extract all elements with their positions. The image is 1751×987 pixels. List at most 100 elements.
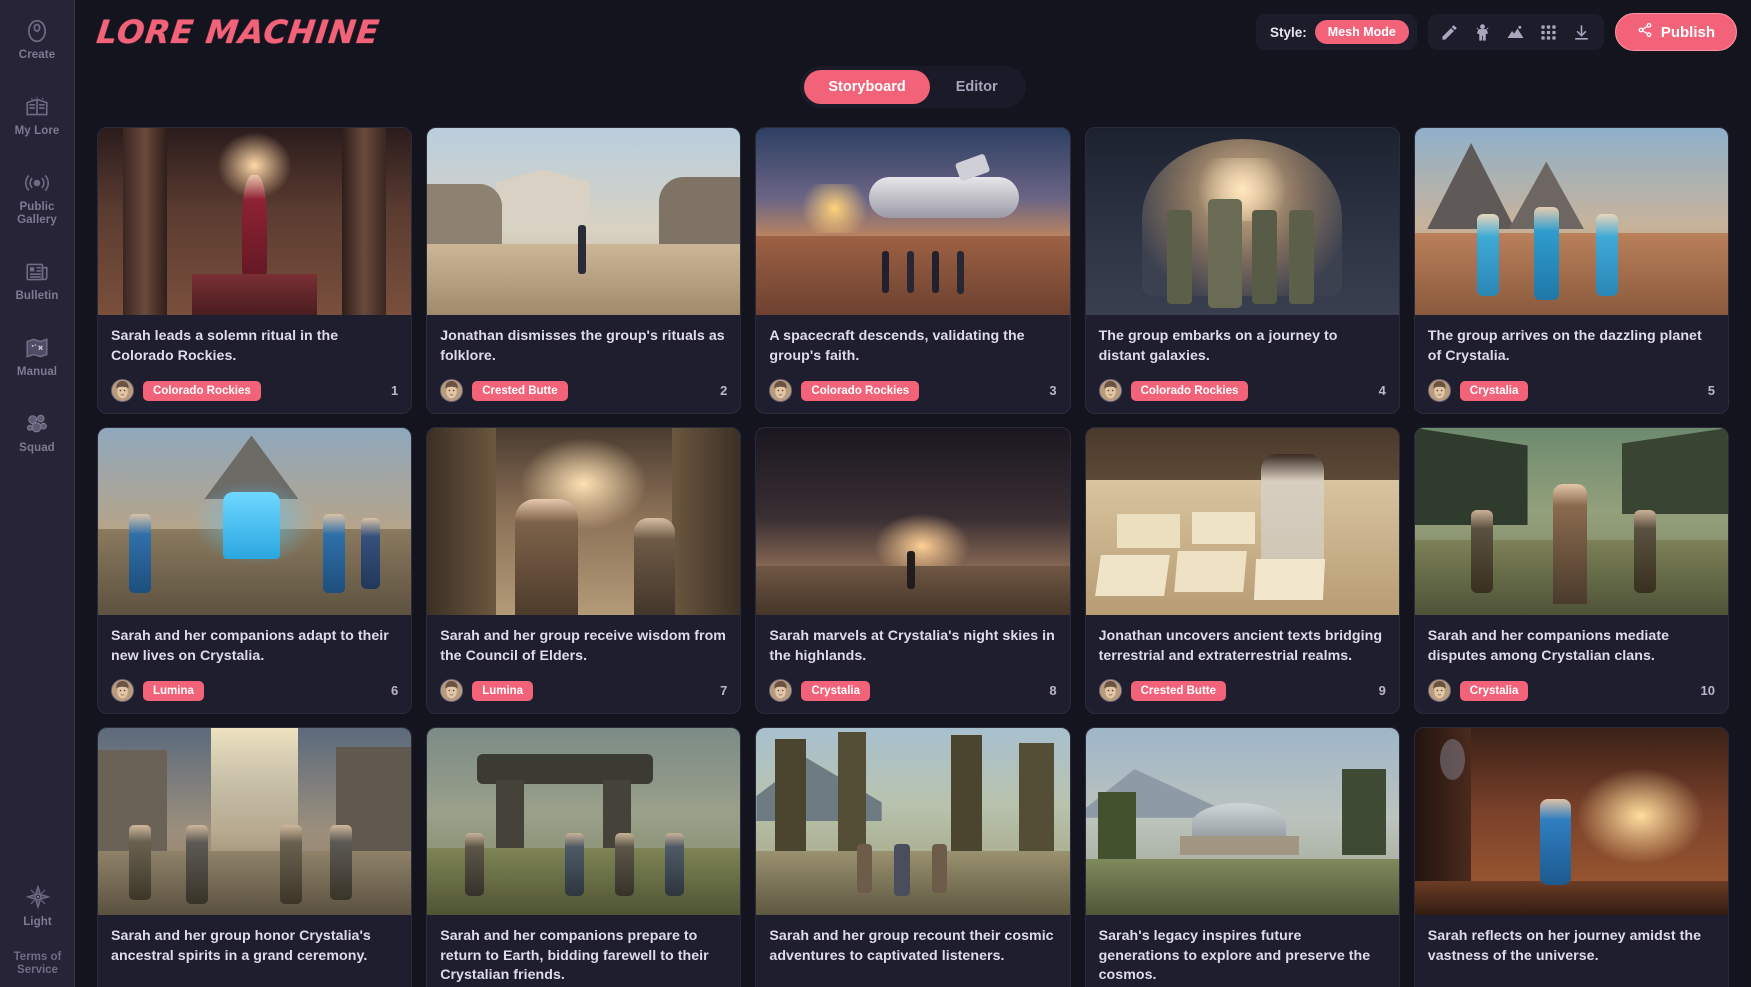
- create-icon: [24, 18, 50, 44]
- card-thumbnail[interactable]: [756, 128, 1070, 315]
- card-tag[interactable]: Colorado Rockies: [801, 380, 920, 401]
- sidebar-item-create[interactable]: Create: [0, 8, 75, 70]
- avatar: [769, 379, 793, 402]
- storyboard-card[interactable]: The group arrives on the dazzling planet…: [1413, 127, 1729, 414]
- card-index: 9: [1378, 683, 1386, 698]
- card-meta: Lumina 7: [440, 666, 727, 702]
- card-index: 7: [720, 683, 728, 698]
- squad-icon: [24, 411, 50, 437]
- card-index: 6: [390, 683, 399, 698]
- card-thumbnail[interactable]: [427, 428, 741, 615]
- storyboard-card[interactable]: Sarah and her companions prepare to retu…: [426, 727, 742, 987]
- sidebar-item-my-lore[interactable]: My Lore: [0, 84, 75, 146]
- storyboard-card[interactable]: Sarah reflects on her journey amidst the…: [1413, 727, 1729, 987]
- sidebar-bottom: Light Terms of Service: [0, 875, 75, 977]
- card-body: Sarah and her companions mediate dispute…: [1415, 615, 1728, 713]
- style-mode-chip[interactable]: Mesh Mode: [1314, 20, 1409, 44]
- storyboard-card[interactable]: The group embarks on a journey to distan…: [1084, 127, 1400, 414]
- card-thumbnail[interactable]: [1085, 728, 1399, 915]
- topbar-right-controls: Style: Mesh Mode Publish: [1256, 13, 1737, 51]
- edit-tool-button[interactable]: [1435, 17, 1465, 47]
- storyboard-card[interactable]: Sarah and her companions mediate dispute…: [1413, 427, 1729, 714]
- avatar: [440, 679, 464, 702]
- view-tabs: Storyboard Editor: [75, 66, 1751, 108]
- storyboard-card[interactable]: Sarah and her companions adapt to their …: [97, 427, 413, 714]
- publish-button[interactable]: Publish: [1614, 13, 1737, 51]
- card-thumbnail[interactable]: [98, 128, 412, 315]
- storyboard-card[interactable]: Sarah and her group honor Crystalia's an…: [97, 727, 413, 987]
- avatar: [1098, 379, 1122, 402]
- card-tag[interactable]: Lumina: [143, 680, 204, 701]
- card-tag[interactable]: Colorado Rockies: [1130, 380, 1249, 401]
- storyboard-card[interactable]: Sarah's legacy inspires future generatio…: [1084, 727, 1400, 987]
- app-logo[interactable]: Lore Machine: [95, 13, 382, 51]
- sidebar-item-label: Public Gallery: [17, 201, 57, 226]
- card-body: Sarah and her group recount their cosmic…: [756, 915, 1069, 987]
- card-tag[interactable]: Crested Butte: [1130, 680, 1226, 701]
- sidebar-item-label: Manual: [16, 366, 58, 378]
- sidebar-item-bulletin[interactable]: Bulletin: [0, 249, 75, 311]
- card-meta: Lumina 6: [111, 666, 398, 702]
- card-body: Sarah reflects on her journey amidst the…: [1415, 915, 1728, 987]
- card-tag[interactable]: Colorado Rockies: [143, 380, 261, 401]
- light-compass-icon: [25, 885, 51, 911]
- storyboard-card[interactable]: A spacecraft descends, validating the gr…: [755, 127, 1071, 414]
- card-meta: Crystalia 8: [769, 666, 1057, 702]
- card-thumbnail[interactable]: [98, 428, 412, 615]
- storyboard-card[interactable]: Sarah and her group recount their cosmic…: [755, 727, 1071, 987]
- share-icon: [1637, 22, 1653, 42]
- tab-editor[interactable]: Editor: [932, 70, 1022, 104]
- card-tag[interactable]: Crystalia: [801, 680, 870, 701]
- card-meta: Crystalia 10: [1427, 666, 1715, 702]
- card-meta: Crested Butte 9: [1098, 666, 1386, 702]
- theme-toggle[interactable]: Light: [0, 875, 75, 937]
- card-tag[interactable]: Crystalia: [1459, 380, 1529, 401]
- card-body: Sarah marvels at Crystalia's night skies…: [756, 615, 1069, 713]
- card-caption: Sarah and her group honor Crystalia's an…: [111, 928, 371, 964]
- card-body: Sarah and her group receive wisdom from …: [427, 615, 740, 713]
- storyboard-card[interactable]: Sarah and her group receive wisdom from …: [426, 427, 742, 714]
- card-tag[interactable]: Crystalia: [1459, 680, 1529, 701]
- storyboard-grid: Sarah leads a solemn ritual in the Color…: [75, 108, 1751, 987]
- card-meta: Crystalia 5: [1427, 366, 1715, 402]
- tab-storyboard[interactable]: Storyboard: [804, 70, 930, 104]
- storyboard-card[interactable]: Sarah marvels at Crystalia's night skies…: [755, 427, 1071, 714]
- sidebar-item-public-gallery[interactable]: Public Gallery: [0, 160, 75, 235]
- card-thumbnail[interactable]: [427, 128, 741, 315]
- card-caption: The group embarks on a journey to distan…: [1098, 328, 1338, 364]
- download-tool-button[interactable]: [1567, 17, 1597, 47]
- card-thumbnail[interactable]: [756, 728, 1070, 915]
- avatar: [1427, 679, 1451, 702]
- card-thumbnail[interactable]: [1085, 428, 1399, 615]
- tool-icon-bar: [1427, 14, 1604, 50]
- card-thumbnail[interactable]: [1414, 128, 1728, 315]
- sidebar-item-label: My Lore: [14, 125, 60, 137]
- avatar: [111, 379, 134, 402]
- card-caption: Sarah and her companions mediate dispute…: [1427, 628, 1670, 664]
- card-body: Sarah leads a solemn ritual in the Color…: [98, 315, 411, 413]
- grid-tool-button[interactable]: [1534, 17, 1564, 47]
- card-thumbnail[interactable]: [1085, 128, 1399, 315]
- card-thumbnail[interactable]: [756, 428, 1070, 615]
- card-tag[interactable]: Lumina: [472, 680, 534, 701]
- character-tool-button[interactable]: [1468, 17, 1498, 47]
- card-thumbnail[interactable]: [1414, 428, 1728, 615]
- card-meta: Colorado Rockies 4: [1098, 366, 1386, 402]
- card-thumbnail[interactable]: [1414, 728, 1728, 915]
- card-thumbnail[interactable]: [427, 728, 741, 915]
- sidebar-item-manual[interactable]: Manual: [0, 325, 75, 387]
- storyboard-card[interactable]: Jonathan uncovers ancient texts bridging…: [1084, 427, 1400, 714]
- storyboard-card[interactable]: Jonathan dismisses the group's rituals a…: [426, 127, 742, 414]
- card-tag[interactable]: Crested Butte: [472, 380, 568, 401]
- card-body: The group arrives on the dazzling planet…: [1415, 315, 1728, 413]
- card-body: Sarah's legacy inspires future generatio…: [1086, 915, 1399, 987]
- terms-of-service-link[interactable]: Terms of Service: [0, 951, 75, 977]
- image-tool-button[interactable]: [1501, 17, 1531, 47]
- card-caption: Sarah and her group recount their cosmic…: [769, 928, 1054, 964]
- style-selector[interactable]: Style: Mesh Mode: [1256, 14, 1417, 50]
- card-body: Sarah and her companions adapt to their …: [98, 615, 411, 713]
- sidebar-item-squad[interactable]: Squad: [0, 401, 75, 463]
- card-thumbnail[interactable]: [98, 728, 412, 915]
- storyboard-card[interactable]: Sarah leads a solemn ritual in the Color…: [97, 127, 413, 414]
- pencil-icon: [1440, 23, 1459, 42]
